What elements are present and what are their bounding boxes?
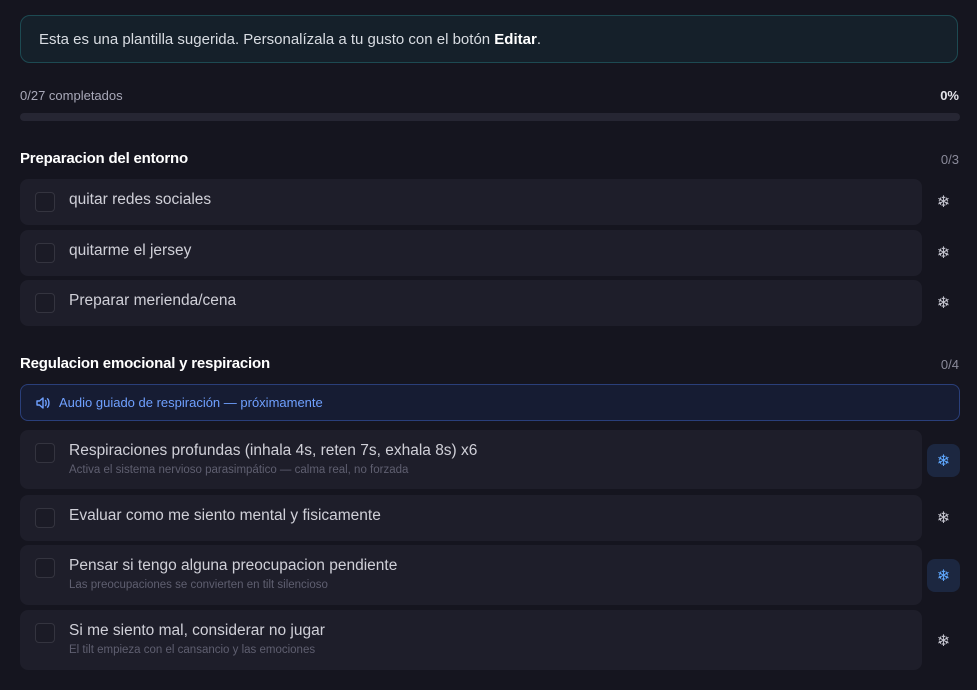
task-item[interactable]: Si me siento mal, considerar no jugar El…	[20, 610, 922, 670]
task-checkbox[interactable]	[35, 243, 55, 263]
banner-text-end: .	[536, 30, 541, 48]
task-item[interactable]: Preparar merienda/cena	[20, 280, 922, 326]
task-item[interactable]: quitar redes sociales	[20, 179, 922, 225]
section-title-regulacion: Regulacion emocional y respiracion	[20, 355, 270, 372]
audio-notice-text: Audio guiado de respiración — próximamen…	[59, 395, 323, 410]
progress-label: 0/27 completados	[20, 88, 123, 103]
task-label: Respiraciones profundas (inhala 4s, rete…	[69, 442, 478, 459]
task-checkbox[interactable]	[35, 192, 55, 212]
task-checkbox[interactable]	[35, 558, 55, 578]
snowflake-icon[interactable]: ❄	[927, 185, 960, 218]
section-title-preparacion: Preparacion del entorno	[20, 150, 188, 167]
task-label: Pensar si tengo alguna preocupacion pend…	[69, 557, 398, 574]
task-label: Si me siento mal, considerar no jugar	[69, 622, 325, 639]
progress-bar	[20, 113, 960, 121]
task-checkbox[interactable]	[35, 443, 55, 463]
snowflake-icon[interactable]: ❄	[927, 624, 960, 657]
template-info-banner: Esta es una plantilla sugerida. Personal…	[20, 15, 958, 63]
snowflake-icon[interactable]: ❄	[927, 236, 960, 269]
banner-edit-keyword: Editar	[494, 30, 537, 48]
snowflake-icon[interactable]: ❄	[927, 501, 960, 534]
task-checkbox[interactable]	[35, 508, 55, 528]
task-label: quitarme el jersey	[69, 242, 192, 259]
progress-percent: 0%	[940, 88, 959, 103]
banner-text: Esta es una plantilla sugerida. Personal…	[39, 30, 495, 48]
task-item[interactable]: Pensar si tengo alguna preocupacion pend…	[20, 545, 922, 605]
snowflake-icon[interactable]: ❄	[927, 559, 960, 592]
task-item[interactable]: Respiraciones profundas (inhala 4s, rete…	[20, 430, 922, 489]
task-description: Las preocupaciones se convierten en tilt…	[69, 579, 328, 591]
task-checkbox[interactable]	[35, 623, 55, 643]
snowflake-icon[interactable]: ❄	[927, 286, 960, 319]
task-description: Activa el sistema nervioso parasimpático…	[69, 464, 409, 476]
task-checkbox[interactable]	[35, 293, 55, 313]
task-label: quitar redes sociales	[69, 191, 212, 208]
task-label: Evaluar como me siento mental y fisicame…	[69, 507, 381, 524]
task-item[interactable]: quitarme el jersey	[20, 230, 922, 276]
section-count-preparacion: 0/3	[940, 152, 959, 167]
task-description: El tilt empieza con el cansancio y las e…	[69, 644, 316, 656]
audio-coming-soon-notice: Audio guiado de respiración — próximamen…	[20, 384, 960, 421]
snowflake-icon[interactable]: ❄	[927, 444, 960, 477]
section-count-regulacion: 0/4	[940, 357, 959, 372]
speaker-icon	[35, 396, 51, 410]
task-label: Preparar merienda/cena	[69, 292, 237, 309]
task-item[interactable]: Evaluar como me siento mental y fisicame…	[20, 495, 922, 541]
